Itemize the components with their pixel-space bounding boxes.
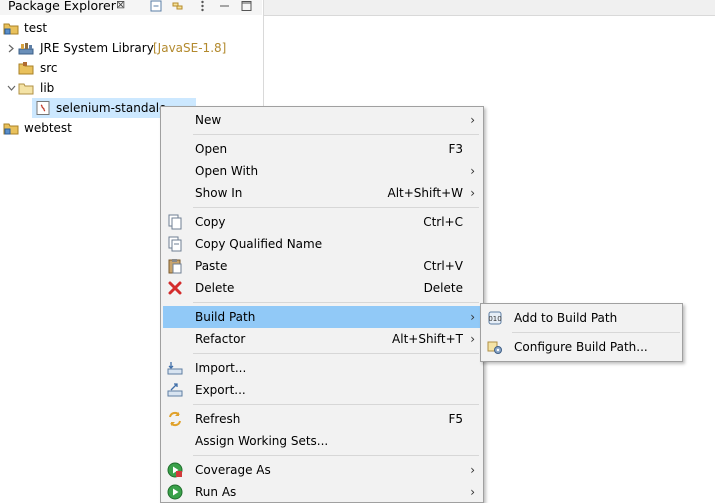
menu-item-label: Show In	[195, 186, 243, 200]
run-icon	[167, 484, 183, 500]
menu-separator	[193, 455, 479, 456]
menu-item-import[interactable]: Import...	[163, 357, 481, 379]
menu-item-shortcut: Ctrl+V	[423, 259, 463, 273]
submenu-arrow-icon: ›	[470, 332, 475, 346]
menu-item-label: Copy Qualified Name	[195, 237, 323, 251]
menu-item-label: Build Path	[195, 310, 256, 324]
menu-item-new[interactable]: New ›	[163, 109, 481, 131]
menu-item-refactor[interactable]: Refactor Alt+Shift+T ›	[163, 328, 481, 350]
menu-item-label: Refactor	[195, 332, 246, 346]
menu-item-label: Copy	[195, 215, 226, 229]
menu-item-label: Open With	[195, 164, 259, 178]
delete-icon	[168, 281, 182, 295]
menu-item-delete[interactable]: Delete Delete	[163, 277, 481, 299]
menu-item-shortcut: Delete	[423, 281, 463, 295]
project-icon	[3, 23, 19, 35]
jar-icon	[36, 101, 50, 115]
menu-separator	[193, 302, 479, 303]
menu-separator	[193, 353, 479, 354]
add-to-build-path-icon: 010	[488, 311, 502, 325]
menu-item-build-path[interactable]: Build Path ›	[163, 306, 481, 328]
configure-build-path-icon	[487, 341, 502, 354]
menu-separator	[512, 332, 680, 333]
folder-icon	[18, 83, 34, 95]
build-path-submenu: 010 Add to Build Path Configure Build Pa…	[480, 303, 683, 362]
menu-item-show-in[interactable]: Show In Alt+Shift+W ›	[163, 182, 481, 204]
menu-item-label: Refresh	[195, 412, 241, 426]
menu-item-assign-working-sets[interactable]: Assign Working Sets...	[163, 430, 481, 452]
tree-item-label: lib	[40, 81, 55, 95]
menu-item-shortcut: Alt+Shift+T	[392, 332, 463, 346]
menu-item-label: Run As	[195, 485, 237, 499]
minimize-icon[interactable]	[218, 0, 231, 12]
menu-item-label: Export...	[195, 383, 246, 397]
export-icon	[167, 383, 183, 397]
menu-item-open-with[interactable]: Open With ›	[163, 160, 481, 182]
editor-tab-strip	[264, 0, 715, 16]
menu-item-label: Assign Working Sets...	[195, 434, 329, 448]
menu-item-label: Open	[195, 142, 228, 156]
refresh-icon	[169, 411, 181, 427]
tree-item-decoration: [JavaSE-1.8]	[153, 41, 227, 55]
collapse-all-icon[interactable]	[150, 0, 163, 12]
menu-separator	[193, 404, 479, 405]
import-icon	[167, 362, 183, 375]
menu-item-label: Paste	[195, 259, 228, 273]
package-explorer-tab[interactable]: Package Explorer ⊠	[0, 0, 262, 15]
menu-item-coverage-as[interactable]: Coverage As ›	[163, 459, 481, 481]
tree-item-label: selenium-standalo	[56, 101, 167, 115]
menu-item-label: Delete	[195, 281, 235, 295]
package-explorer-title: Package Explorer	[8, 0, 116, 13]
menu-item-shortcut: Alt+Shift+W	[387, 186, 464, 200]
menu-item-run-as[interactable]: Run As ›	[163, 481, 481, 503]
project-icon	[3, 123, 19, 135]
paste-icon	[168, 259, 182, 274]
menu-item-copy[interactable]: Copy Ctrl+C	[163, 211, 481, 233]
menu-item-shortcut: F5	[448, 412, 463, 426]
menu-separator	[193, 207, 479, 208]
menu-item-shortcut: Ctrl+C	[423, 215, 463, 229]
menu-item-label: Configure Build Path...	[514, 340, 648, 354]
menu-item-label: Import...	[195, 361, 247, 375]
tree-item-label: webtest	[24, 121, 72, 135]
submenu-arrow-icon: ›	[470, 310, 475, 324]
submenu-arrow-icon: ›	[470, 113, 475, 127]
tree-item-src[interactable]: src	[0, 58, 262, 78]
submenu-arrow-icon: ›	[470, 463, 475, 477]
submenu-arrow-icon: ›	[470, 485, 475, 499]
coverage-icon	[167, 462, 183, 478]
library-icon	[18, 43, 34, 55]
menu-item-label: Coverage As	[195, 463, 271, 477]
menu-item-open[interactable]: Open F3	[163, 138, 481, 160]
menu-item-refresh[interactable]: Refresh F5	[163, 408, 481, 430]
maximize-icon[interactable]	[240, 0, 253, 12]
menu-item-add-to-build-path[interactable]: 010 Add to Build Path	[483, 306, 680, 330]
menu-item-export[interactable]: Export...	[163, 379, 481, 401]
menu-separator	[193, 134, 479, 135]
chevron-down-icon[interactable]	[6, 78, 16, 98]
menu-item-label: Add to Build Path	[514, 311, 618, 325]
context-menu: New › Open F3 Open With › Show In Alt+Sh…	[160, 106, 484, 503]
view-menu-icon[interactable]	[196, 0, 209, 12]
menu-item-shortcut: F3	[448, 142, 463, 156]
menu-item-configure-build-path[interactable]: Configure Build Path...	[483, 335, 680, 359]
close-view-icon[interactable]: ⊠	[116, 0, 125, 11]
copy-icon	[168, 214, 182, 230]
menu-item-paste[interactable]: Paste Ctrl+V	[163, 255, 481, 277]
menu-item-label: New	[195, 113, 222, 127]
chevron-right-icon[interactable]	[6, 38, 16, 58]
source-folder-icon	[18, 62, 34, 75]
submenu-arrow-icon: ›	[470, 164, 475, 178]
tree-item-lib[interactable]: lib	[0, 78, 262, 98]
submenu-arrow-icon: ›	[470, 186, 475, 200]
tree-item-test[interactable]: test	[0, 18, 262, 38]
svg-text:010: 010	[488, 315, 501, 323]
tree-item-label: src	[40, 61, 58, 75]
menu-item-copy-qualified-name[interactable]: Copy Qualified Name	[163, 233, 481, 255]
tree-item-jre-system-library[interactable]: JRE System Library [JavaSE-1.8]	[0, 38, 262, 58]
copy-qualified-icon	[168, 236, 182, 252]
tree-item-label: JRE System Library	[40, 41, 154, 55]
link-with-editor-icon[interactable]	[171, 0, 184, 12]
tree-item-label: test	[24, 21, 48, 35]
